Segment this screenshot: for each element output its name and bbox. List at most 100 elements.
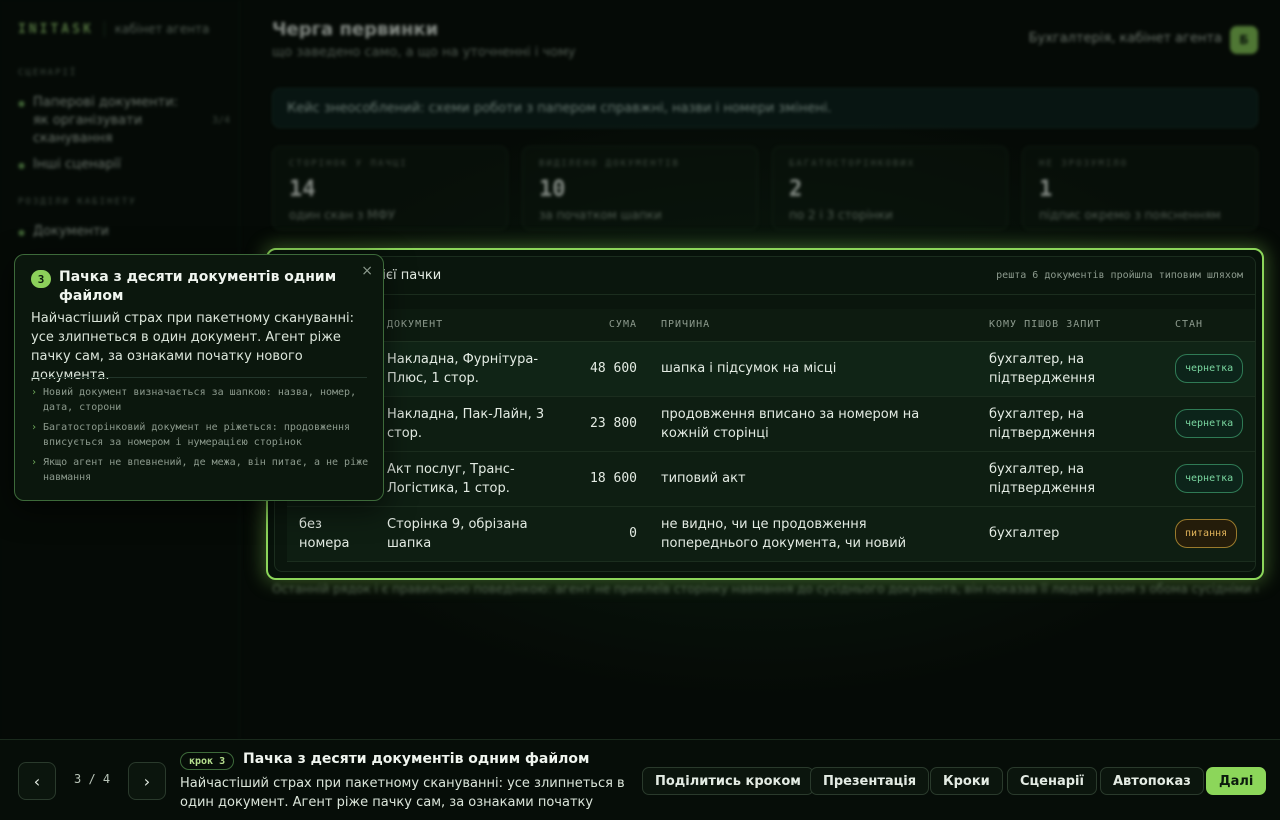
table-row[interactable]: Накладна, Пак-Лайн, 3 стор. 23 800 продо…: [287, 396, 1255, 452]
stat-value: 10: [539, 177, 566, 202]
cell-reason: продовження вписано за номером на кожній…: [649, 396, 977, 452]
cell-recipient: бухгалтер, на підтвердження: [977, 396, 1163, 452]
cell-sum: 18 600: [565, 451, 649, 507]
cell-status: питання: [1163, 506, 1255, 562]
cell-number: без номера: [287, 506, 375, 562]
user-label: Бухгалтерія, кабінет агента: [1028, 31, 1222, 46]
col-header-reason: ПРИЧИНА: [649, 309, 977, 342]
bullet-icon: ●: [18, 99, 25, 108]
list-item: › Багатосторінковий документ не ріжеться:…: [31, 420, 373, 450]
sidebar-section-scenarios: СЦЕНАРІЇ: [18, 68, 78, 78]
card-note: решта 6 документів пройшла типовим шляхо…: [996, 270, 1243, 281]
sidebar-item-label: Документи: [32, 224, 109, 239]
cell-recipient: бухгалтер: [977, 506, 1163, 562]
documents-table: ДОКУМЕНТ СУМА ПРИЧИНА КОМУ ПІШОВ ЗАПИТ С…: [287, 309, 1255, 562]
brand-subtitle: кабінет агента: [114, 22, 210, 36]
step-title: Пачка з десяти документів одним файлом: [243, 751, 590, 767]
col-header-recipient: КОМУ ПІШОВ ЗАПИТ: [977, 309, 1163, 342]
col-header-sum: СУМА: [565, 309, 649, 342]
next-step-arrow-button[interactable]: ›: [128, 762, 166, 800]
documents-card: т дістав з однієї пачки решта 6 документ…: [274, 256, 1256, 572]
table-header-row: ДОКУМЕНТ СУМА ПРИЧИНА КОМУ ПІШОВ ЗАПИТ С…: [287, 309, 1255, 342]
stat-note: один скан з МФУ: [289, 208, 396, 222]
bullet-icon: ●: [18, 228, 25, 237]
scenarios-button[interactable]: Сценарії: [1007, 767, 1097, 795]
cell-reason: шапка і підсумок на місці: [649, 341, 977, 397]
chevron-left-icon: ‹: [33, 771, 41, 791]
steps-button[interactable]: Кроки: [930, 767, 1003, 795]
step-number-badge: 3: [31, 270, 51, 288]
stat-card-documents: ВИДІЛЕНО ДОКУМЕНТІВ 10 за початком шапки: [522, 146, 758, 230]
cell-document: Акт послуг, Транс-Логістика, 1 стор.: [375, 451, 565, 507]
cell-document: Накладна, Фурнітура-Плюс, 1 стор.: [375, 341, 565, 397]
bullet-text: Новий документ визначається за шапкою: н…: [43, 387, 357, 413]
cell-sum: 0: [565, 506, 649, 562]
cell-recipient: бухгалтер, на підтвердження: [977, 451, 1163, 507]
chevron-right-icon: ›: [143, 771, 151, 791]
status-badge: чернетка: [1175, 354, 1244, 383]
bullet-icon: ●: [18, 161, 25, 170]
autoplay-button[interactable]: Автопоказ: [1100, 767, 1204, 795]
stat-card-multipage: БАГАТОСТОРІНКОВИХ 2 по 2 і 3 сторінки: [772, 146, 1008, 230]
stat-note: по 2 і 3 сторінки: [789, 208, 893, 222]
stat-card-pages: СТОРІНОК У ПАЧЦІ 14 один скан з МФУ: [272, 146, 508, 230]
cell-status: чернетка: [1163, 341, 1255, 397]
stat-caption: СТОРІНОК У ПАЧЦІ: [289, 159, 408, 169]
sidebar-item-documents[interactable]: ● Документи: [18, 223, 230, 242]
sidebar-item-label: Паперові документи: як організувати скан…: [32, 95, 179, 146]
cell-recipient: бухгалтер, на підтвердження: [977, 341, 1163, 397]
step-pager: 3 / 4: [74, 772, 111, 786]
stat-value: 14: [289, 177, 316, 202]
sidebar-item-other-scenarios[interactable]: ● Інші сценарії: [18, 156, 230, 175]
popover-bullets: › Новий документ визначається за шапкою: …: [31, 385, 373, 490]
brand: INITASK кабінет агента: [18, 21, 209, 37]
stat-caption: НЕ ЗРОЗУМІЛО: [1039, 159, 1129, 169]
popover-body: Найчастіший страх при пакетному скануван…: [31, 311, 354, 383]
prev-step-button[interactable]: ‹: [18, 762, 56, 800]
cell-sum: 23 800: [565, 396, 649, 452]
brand-logo: INITASK: [18, 21, 94, 37]
status-badge: чернетка: [1175, 409, 1244, 438]
cell-reason: типовий акт: [649, 451, 977, 507]
stat-value: 1: [1039, 177, 1053, 202]
list-item: › Новий документ визначається за шапкою: …: [31, 385, 373, 415]
cell-document: Сторінка 9, обрізана шапка: [375, 506, 565, 562]
chevron-right-icon: ›: [31, 422, 38, 433]
popover-divider: [31, 377, 367, 378]
tour-popover: 3 Пачка з десяти документів одним файлом…: [14, 254, 384, 501]
cell-status: чернетка: [1163, 396, 1255, 452]
chevron-right-icon: ›: [31, 387, 38, 398]
stat-caption: БАГАТОСТОРІНКОВИХ: [789, 159, 916, 169]
step-tag: крок 3: [180, 752, 235, 770]
table-row[interactable]: Накладна, Фурнітура-Плюс, 1 стор. 48 600…: [287, 341, 1255, 397]
tour-bottom-bar: ‹ 3 / 4 › крок 3 Пачка з десяти документ…: [0, 739, 1280, 820]
sidebar-section-cabinet: РОЗДІЛИ КАБІНЕТУ: [18, 197, 137, 207]
table-row[interactable]: без номера Сторінка 9, обрізана шапка 0 …: [287, 506, 1255, 562]
stat-note: за початком шапки: [539, 208, 662, 222]
status-badge: чернетка: [1175, 464, 1244, 493]
sidebar-item-label: Інші сценарії: [32, 157, 121, 172]
avatar[interactable]: Б: [1230, 26, 1258, 54]
cell-reason: не видно, чи це продовження попереднього…: [649, 506, 977, 562]
stat-value: 2: [789, 177, 803, 202]
close-icon[interactable]: ×: [361, 263, 373, 279]
step-description: Найчастіший страх при пакетному скануван…: [180, 776, 625, 810]
highlighted-documents-card: т дістав з однієї пачки решта 6 документ…: [266, 248, 1264, 580]
app-root: INITASK кабінет агента СЦЕНАРІЇ ● Паперо…: [0, 0, 1280, 820]
presentation-button[interactable]: Презентація: [810, 767, 930, 795]
cell-sum: 48 600: [565, 341, 649, 397]
table-row[interactable]: Акт послуг, Транс-Логістика, 1 стор. 18 …: [287, 451, 1255, 507]
sidebar-item-paper-docs[interactable]: ● Паперові документи: як організувати ск…: [18, 94, 230, 148]
explanation-note: Останній рядок і є правильною поведінкою…: [272, 582, 1258, 596]
col-header-status: СТАН: [1163, 309, 1255, 342]
stat-note: підпис окремо з поясненням: [1039, 208, 1221, 222]
card-header: т дістав з однієї пачки решта 6 документ…: [275, 257, 1255, 295]
chevron-right-icon: ›: [31, 457, 38, 468]
bullet-text: Якщо агент не впевнений, де межа, він пи…: [43, 457, 369, 483]
page-title: Черга первинки: [272, 19, 439, 40]
sidebar-item-count: 3/4: [211, 115, 230, 126]
bullet-text: Багатосторінковий документ не ріжеться: …: [43, 422, 351, 448]
page-subtitle: що заведено само, а що на уточненні і чо…: [272, 45, 576, 60]
next-button[interactable]: Далі: [1206, 767, 1267, 795]
share-step-button[interactable]: Поділитись кроком: [642, 767, 814, 795]
